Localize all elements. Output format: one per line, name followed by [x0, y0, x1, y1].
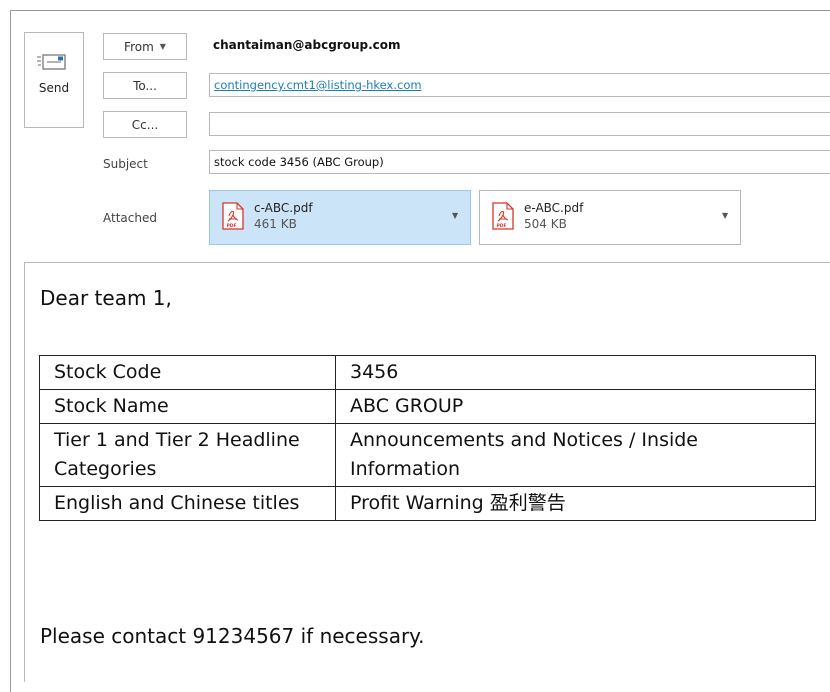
cc-button[interactable]: Cc... [103, 111, 187, 138]
table-key: Stock Code [39, 355, 336, 390]
pdf-icon: PDF [222, 202, 244, 230]
table-value: Profit Warning 盈利警告 [335, 486, 816, 521]
attachment-size: 461 KB [254, 217, 297, 231]
to-field[interactable]: contingency.cmt1@listing-hkex.com [209, 73, 830, 97]
table-key: Tier 1 and Tier 2 Headline Categories [39, 423, 336, 487]
table-value: ABC GROUP [335, 389, 816, 424]
table-row: Stock Name ABC GROUP [39, 389, 816, 424]
svg-text:PDF: PDF [227, 223, 237, 229]
attached-label: Attached [103, 211, 157, 225]
cc-label: Cc... [131, 117, 159, 132]
pdf-icon: PDF [492, 202, 514, 230]
attachment-name: c-ABC.pdf [254, 201, 313, 215]
subject-label: Subject [103, 157, 148, 171]
table-value: 3456 [335, 355, 816, 390]
from-label: From [124, 39, 154, 54]
to-label: To... [133, 78, 157, 93]
attachment-item[interactable]: PDF e-ABC.pdf 504 KB ▼ [479, 190, 741, 245]
attachment-size: 504 KB [524, 217, 567, 231]
greeting-text: Dear team 1, [40, 286, 172, 310]
table-row: Tier 1 and Tier 2 Headline Categories An… [39, 423, 816, 487]
table-row: English and Chinese titles Profit Warnin… [39, 486, 816, 521]
attachment-item[interactable]: PDF c-ABC.pdf 461 KB ▼ [209, 190, 471, 245]
attachment-name: e-ABC.pdf [524, 201, 584, 215]
svg-text:PDF: PDF [497, 223, 507, 229]
to-button[interactable]: To... [103, 72, 187, 99]
table-key: Stock Name [39, 389, 336, 424]
from-button[interactable]: From ▼ [103, 33, 187, 60]
closing-text: Please contact 91234567 if necessary. [40, 624, 425, 648]
info-table: Stock Code 3456 Stock Name ABC GROUP Tie… [39, 355, 816, 521]
cc-field[interactable] [209, 112, 830, 136]
send-icon [37, 54, 66, 70]
subject-field[interactable]: stock code 3456 (ABC Group) [209, 150, 830, 174]
chevron-down-icon: ▼ [159, 42, 166, 51]
table-row: Stock Code 3456 [39, 355, 816, 390]
to-recipient[interactable]: contingency.cmt1@listing-hkex.com [214, 78, 422, 92]
chevron-down-icon[interactable]: ▼ [452, 211, 458, 220]
send-label: Send [38, 81, 70, 95]
table-key: English and Chinese titles [39, 486, 336, 521]
chevron-down-icon[interactable]: ▼ [722, 211, 728, 220]
send-button[interactable]: Send [24, 32, 84, 128]
table-value: Announcements and Notices / Inside Infor… [335, 423, 816, 487]
from-address: chantaiman@abcgroup.com [213, 38, 401, 52]
